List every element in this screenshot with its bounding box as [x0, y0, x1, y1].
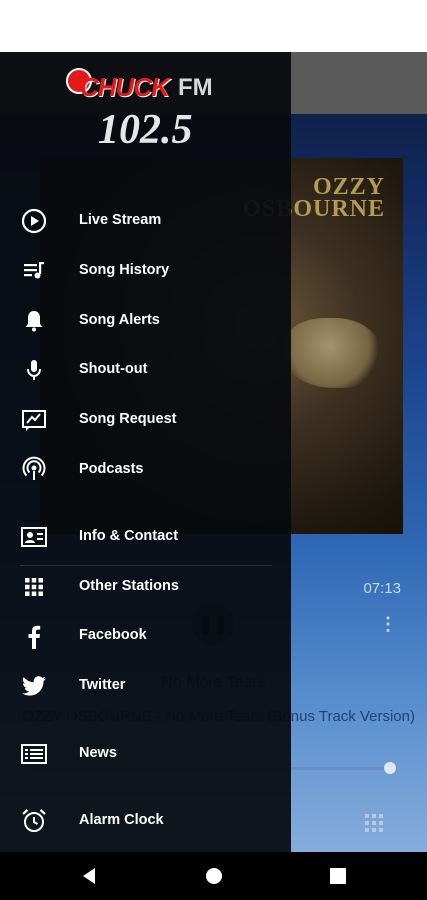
twitter-icon	[22, 676, 46, 696]
contact-card-icon	[21, 527, 47, 547]
menu-item-label: Info & Contact	[79, 528, 179, 544]
menu-item-song-history[interactable]: Song History	[0, 249, 291, 293]
menu-item-label: Song Alerts	[79, 312, 160, 328]
menu-item-label: Facebook	[79, 627, 147, 643]
track-time: 07:13	[363, 580, 401, 597]
microphone-icon	[27, 360, 41, 380]
station-logo: CHUCK FM 102.5	[66, 66, 226, 154]
playlist-icon	[24, 262, 44, 279]
back-icon[interactable]	[80, 866, 100, 886]
menu-item-label: Live Stream	[79, 212, 162, 228]
menu-item-facebook[interactable]: Facebook	[0, 614, 291, 658]
menu-item-alarm-clock[interactable]: Alarm Clock	[0, 799, 291, 843]
menu-item-twitter[interactable]: Twitter	[0, 664, 291, 708]
news-icon	[21, 744, 47, 764]
menu-item-news[interactable]: News	[0, 732, 291, 776]
menu-item-label: News	[79, 745, 117, 761]
menu-item-song-alerts[interactable]: Song Alerts	[0, 299, 291, 343]
menu-item-label: Podcasts	[79, 461, 144, 477]
menu-item-podcasts[interactable]: Podcasts	[0, 448, 291, 492]
menu-item-label: Alarm Clock	[79, 812, 164, 828]
recents-icon[interactable]	[328, 866, 348, 886]
request-icon	[22, 410, 46, 431]
facebook-icon	[28, 625, 41, 649]
podcast-icon	[22, 456, 46, 480]
logo-frequency: 102.5	[98, 107, 193, 153]
system-navigation-bar	[0, 852, 427, 900]
navigation-drawer: CHUCK FM 102.5 Live Stream Song History …	[0, 52, 291, 852]
menu-item-song-request[interactable]: Song Request	[0, 398, 291, 442]
menu-item-shout-out[interactable]: Shout-out	[0, 348, 291, 392]
menu-item-info-contact[interactable]: Info & Contact	[0, 515, 291, 559]
menu-item-label: Shout-out	[79, 361, 148, 377]
menu-item-label: Song History	[79, 262, 170, 278]
logo-band: FM	[178, 74, 213, 101]
menu-item-live-stream[interactable]: Live Stream	[0, 199, 291, 243]
bell-icon	[25, 311, 43, 332]
grid-icon[interactable]	[365, 814, 383, 832]
alarm-clock-icon	[22, 809, 46, 832]
album-art-figure	[280, 318, 380, 388]
play-circle-icon	[21, 208, 47, 234]
home-icon[interactable]	[204, 866, 224, 886]
status-bar	[0, 0, 427, 52]
volume-slider-thumb[interactable]	[384, 762, 396, 774]
menu-item-label: Song Request	[79, 411, 177, 427]
more-options-icon[interactable]: ⋮	[379, 614, 397, 635]
logo-brand: CHUCK	[80, 72, 170, 102]
grid-icon	[25, 578, 43, 596]
menu-item-label: Other Stations	[79, 578, 179, 594]
menu-item-other-stations[interactable]: Other Stations	[0, 565, 291, 609]
menu-item-label: Twitter	[79, 677, 126, 693]
